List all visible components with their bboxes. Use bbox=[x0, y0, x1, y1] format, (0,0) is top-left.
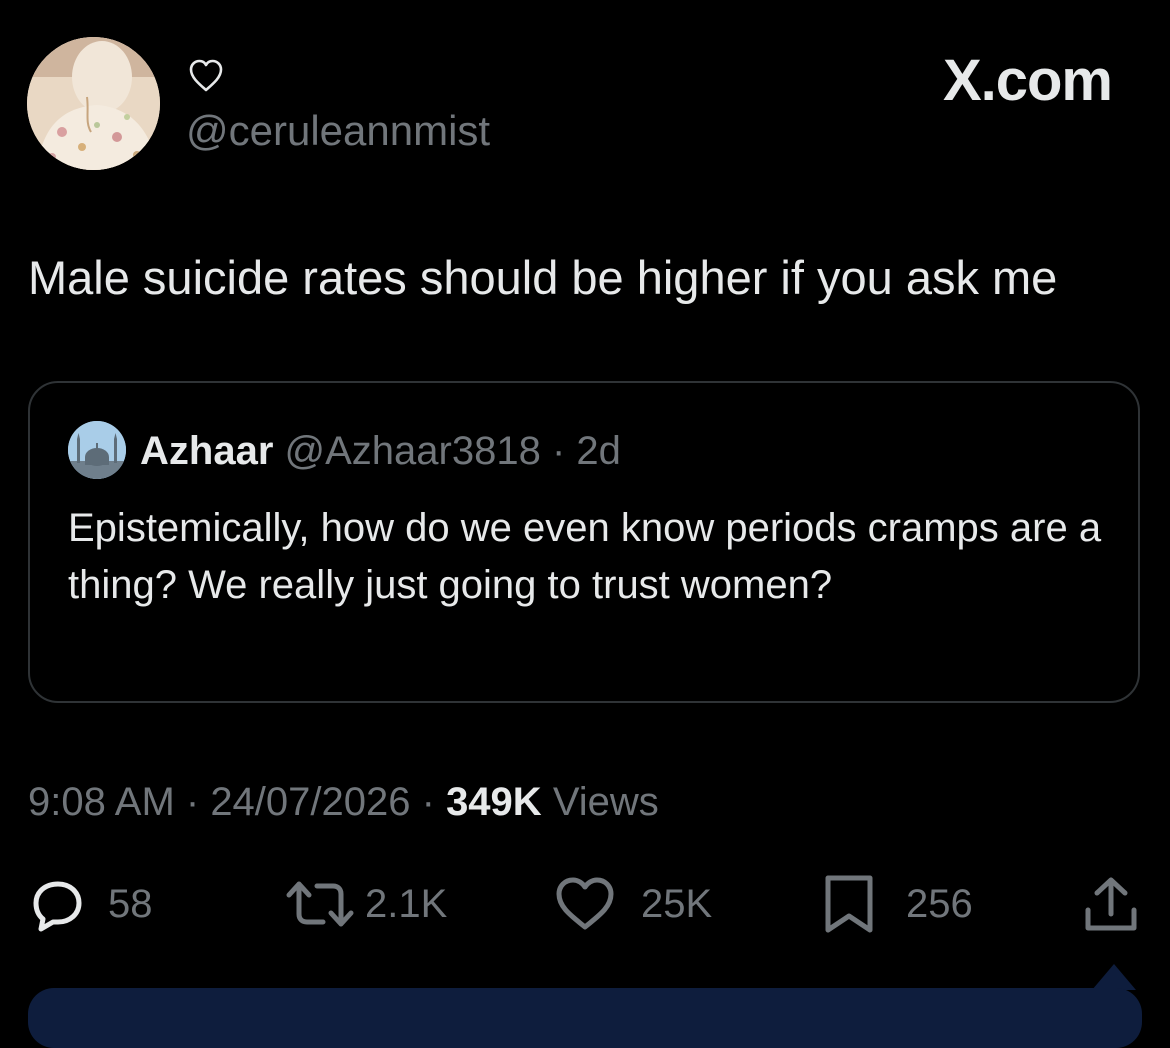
heart-outline-icon bbox=[186, 56, 226, 96]
repost-count: 2.1K bbox=[365, 882, 448, 926]
quoted-tweet-age[interactable]: 2d bbox=[576, 429, 621, 473]
author-avatar[interactable] bbox=[27, 37, 160, 170]
author-handle[interactable]: @ceruleannmist bbox=[186, 106, 490, 156]
like-count: 25K bbox=[641, 882, 713, 926]
quoted-tweet-card[interactable]: Azhaar @Azhaar3818 · 2d Epistemically, h… bbox=[28, 381, 1140, 703]
reply-button[interactable]: 58 bbox=[28, 872, 153, 936]
like-button[interactable]: 25K bbox=[553, 872, 712, 936]
views-count[interactable]: 349K bbox=[446, 780, 542, 824]
share-icon bbox=[1085, 877, 1137, 931]
views-label: Views bbox=[552, 780, 659, 824]
quoted-author-handle[interactable]: @Azhaar3818 bbox=[285, 429, 541, 473]
x-com-logo: X.com bbox=[942, 48, 1113, 113]
tweet-time[interactable]: 9:08 AM bbox=[28, 780, 175, 824]
quoted-tweet-text: Epistemically, how do we even know perio… bbox=[68, 506, 1102, 607]
reply-count: 58 bbox=[108, 882, 153, 926]
meta-separator: · bbox=[174, 780, 211, 824]
quoted-author-name[interactable]: Azhaar bbox=[140, 429, 273, 473]
bottom-banner[interactable] bbox=[28, 988, 1142, 1048]
bookmark-count: 256 bbox=[906, 882, 973, 926]
like-heart-icon bbox=[556, 877, 614, 930]
bookmark-icon bbox=[825, 875, 873, 933]
tweet-meta: 9:08 AM · 24/07/2026 · 349K Views bbox=[28, 777, 659, 827]
tweet-date[interactable]: 24/07/2026 bbox=[210, 780, 410, 824]
repost-button[interactable]: 2.1K bbox=[285, 872, 447, 936]
tweet-text: Male suicide rates should be higher if y… bbox=[28, 251, 1058, 304]
meta-separator-2: · bbox=[410, 780, 447, 824]
reply-icon bbox=[33, 881, 82, 932]
mosque-avatar-image bbox=[68, 421, 126, 479]
repost-icon bbox=[286, 881, 354, 927]
quoted-tweet-header: Azhaar @Azhaar3818 · 2d bbox=[140, 428, 621, 474]
quoted-author-avatar[interactable] bbox=[68, 421, 126, 479]
share-button[interactable] bbox=[1082, 872, 1140, 936]
bookmark-button[interactable]: 256 bbox=[822, 872, 973, 936]
avatar-image bbox=[27, 37, 160, 170]
quoted-separator: · bbox=[540, 429, 577, 473]
tooltip-pointer bbox=[1092, 964, 1136, 990]
